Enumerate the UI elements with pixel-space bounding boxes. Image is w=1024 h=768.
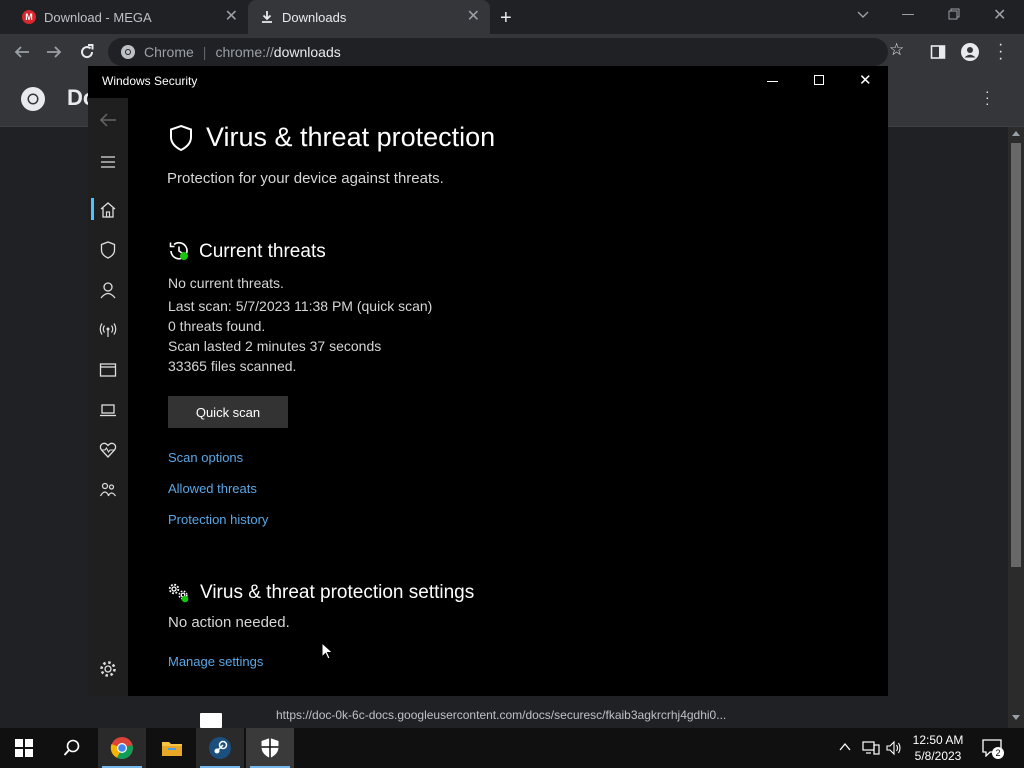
security-nav-rail: [88, 98, 128, 696]
taskbar-file-explorer[interactable]: [148, 728, 196, 768]
manage-settings-link[interactable]: Manage settings: [168, 654, 263, 669]
page-subtitle: Protection for your device against threa…: [167, 170, 444, 187]
chevron-up-icon: [839, 742, 851, 751]
close-tab-icon[interactable]: ✕: [467, 9, 480, 25]
tab-downloads[interactable]: Downloads ✕: [248, 0, 490, 34]
volume-icon[interactable]: [886, 740, 902, 756]
hamburger-menu-icon[interactable]: [98, 152, 118, 172]
back-arrow-icon[interactable]: [98, 110, 118, 130]
system-clock[interactable]: 12:50 AM 5/8/2023: [902, 732, 974, 764]
site-info-chip[interactable]: Chrome: [120, 44, 194, 60]
last-scan-line: Last scan: 5/7/2023 11:38 PM (quick scan…: [168, 298, 433, 314]
forward-arrow-icon[interactable]: [45, 44, 63, 60]
url-host: downloads: [273, 44, 341, 60]
clock-date: 5/8/2023: [914, 749, 962, 763]
family-options-icon[interactable]: [98, 480, 118, 500]
minimize-icon[interactable]: [902, 14, 914, 15]
back-arrow-icon[interactable]: [13, 44, 31, 60]
chrome-logo-icon: [121, 45, 135, 59]
home-icon[interactable]: [98, 200, 118, 220]
chrome-logo-icon: [21, 87, 45, 111]
settings-gear-icon[interactable]: [98, 659, 118, 679]
files-scanned-line: 33365 files scanned.: [168, 358, 297, 374]
threat-status-line: No current threats.: [168, 275, 284, 291]
device-health-heart-icon[interactable]: [98, 440, 118, 460]
url-scheme: chrome://: [215, 44, 274, 60]
app-browser-control-icon[interactable]: [98, 360, 118, 380]
action-center-button[interactable]: 2: [982, 739, 1004, 759]
windows-taskbar: 12:50 AM 5/8/2023 2: [0, 728, 1024, 768]
tab-title: Downloads: [282, 9, 347, 25]
bookmark-star-icon[interactable]: ☆: [889, 40, 904, 60]
window-titlebar[interactable]: Windows Security ✕: [88, 66, 888, 98]
mouse-cursor-icon: [321, 642, 334, 660]
maximize-icon[interactable]: [814, 75, 824, 85]
restore-icon[interactable]: [948, 8, 960, 20]
menu-kebab-icon[interactable]: · · ·: [998, 37, 1003, 67]
more-actions-icon[interactable]: · · ·: [985, 84, 990, 110]
device-security-laptop-icon[interactable]: [98, 400, 118, 420]
account-person-icon[interactable]: [98, 280, 118, 300]
scan-options-link[interactable]: Scan options: [168, 450, 243, 465]
current-threats-heading: Current threats: [199, 241, 326, 262]
scrollbar-thumb[interactable]: [1011, 143, 1021, 567]
firewall-network-icon[interactable]: [98, 320, 118, 340]
tab-strip: M Download - MEGA ✕ Downloads ✕ + ✕: [0, 0, 1024, 34]
settings-gears-icon: [168, 583, 189, 603]
tray-overflow-button[interactable]: [838, 740, 852, 754]
site-chip-label: Chrome: [144, 44, 194, 60]
notification-count-badge: 2: [992, 747, 1004, 759]
mega-logo-icon: M: [22, 10, 36, 24]
start-button[interactable]: [0, 728, 48, 768]
taskbar-steam[interactable]: [196, 728, 244, 768]
scroll-up-icon[interactable]: [1012, 131, 1020, 136]
side-panel-icon[interactable]: [930, 44, 946, 60]
nav-selection-indicator: [91, 198, 94, 220]
search-icon: [63, 739, 80, 756]
steam-logo-icon: [209, 737, 231, 759]
threats-found-line: 0 threats found.: [168, 318, 266, 334]
tab-mega[interactable]: M Download - MEGA ✕: [0, 0, 248, 34]
scan-duration-line: Scan lasted 2 minutes 37 seconds: [168, 338, 382, 354]
shield-icon[interactable]: [98, 240, 118, 260]
shield-icon: [170, 124, 192, 152]
download-icon: [262, 11, 272, 23]
scroll-down-icon[interactable]: [1012, 715, 1020, 720]
omnibox-divider: |: [202, 44, 207, 60]
profile-icon[interactable]: [960, 42, 980, 62]
clock-time: 12:50 AM: [912, 733, 964, 747]
file-icon: [200, 713, 222, 728]
search-button[interactable]: [48, 728, 96, 768]
network-icon[interactable]: [862, 740, 880, 756]
taskbar-windows-security[interactable]: [246, 728, 294, 768]
taskbar-chrome[interactable]: [98, 728, 146, 768]
scan-history-icon: [169, 241, 188, 260]
folder-icon: [162, 742, 182, 756]
close-window-icon[interactable]: ✕: [859, 71, 872, 89]
close-window-icon[interactable]: ✕: [993, 5, 1006, 25]
tab-title: Download - MEGA: [44, 9, 152, 25]
address-bar[interactable]: Chrome | chrome:// downloads: [108, 38, 888, 66]
windows-security-window: Windows Security ✕ Virus & threat protec…: [88, 66, 888, 696]
minimize-icon[interactable]: [767, 81, 778, 82]
quick-scan-button[interactable]: Quick scan: [168, 396, 288, 428]
settings-status: No action needed.: [168, 614, 290, 631]
windows-logo-icon: [15, 739, 33, 757]
allowed-threats-link[interactable]: Allowed threats: [168, 481, 257, 496]
protection-settings-heading: Virus & threat protection settings: [200, 582, 475, 603]
chrome-logo-icon: [110, 737, 133, 759]
page-title: Virus & threat protection: [206, 122, 496, 152]
protection-history-link[interactable]: Protection history: [168, 512, 268, 527]
shield-icon: [261, 738, 279, 758]
tab-search-icon[interactable]: [856, 10, 870, 20]
new-tab-button[interactable]: +: [500, 7, 512, 30]
reload-icon[interactable]: [78, 43, 96, 61]
window-title: Windows Security: [102, 74, 198, 88]
link-status-bar: https://doc-0k-6c-docs.googleusercontent…: [252, 702, 784, 728]
close-tab-icon[interactable]: ✕: [225, 9, 238, 25]
